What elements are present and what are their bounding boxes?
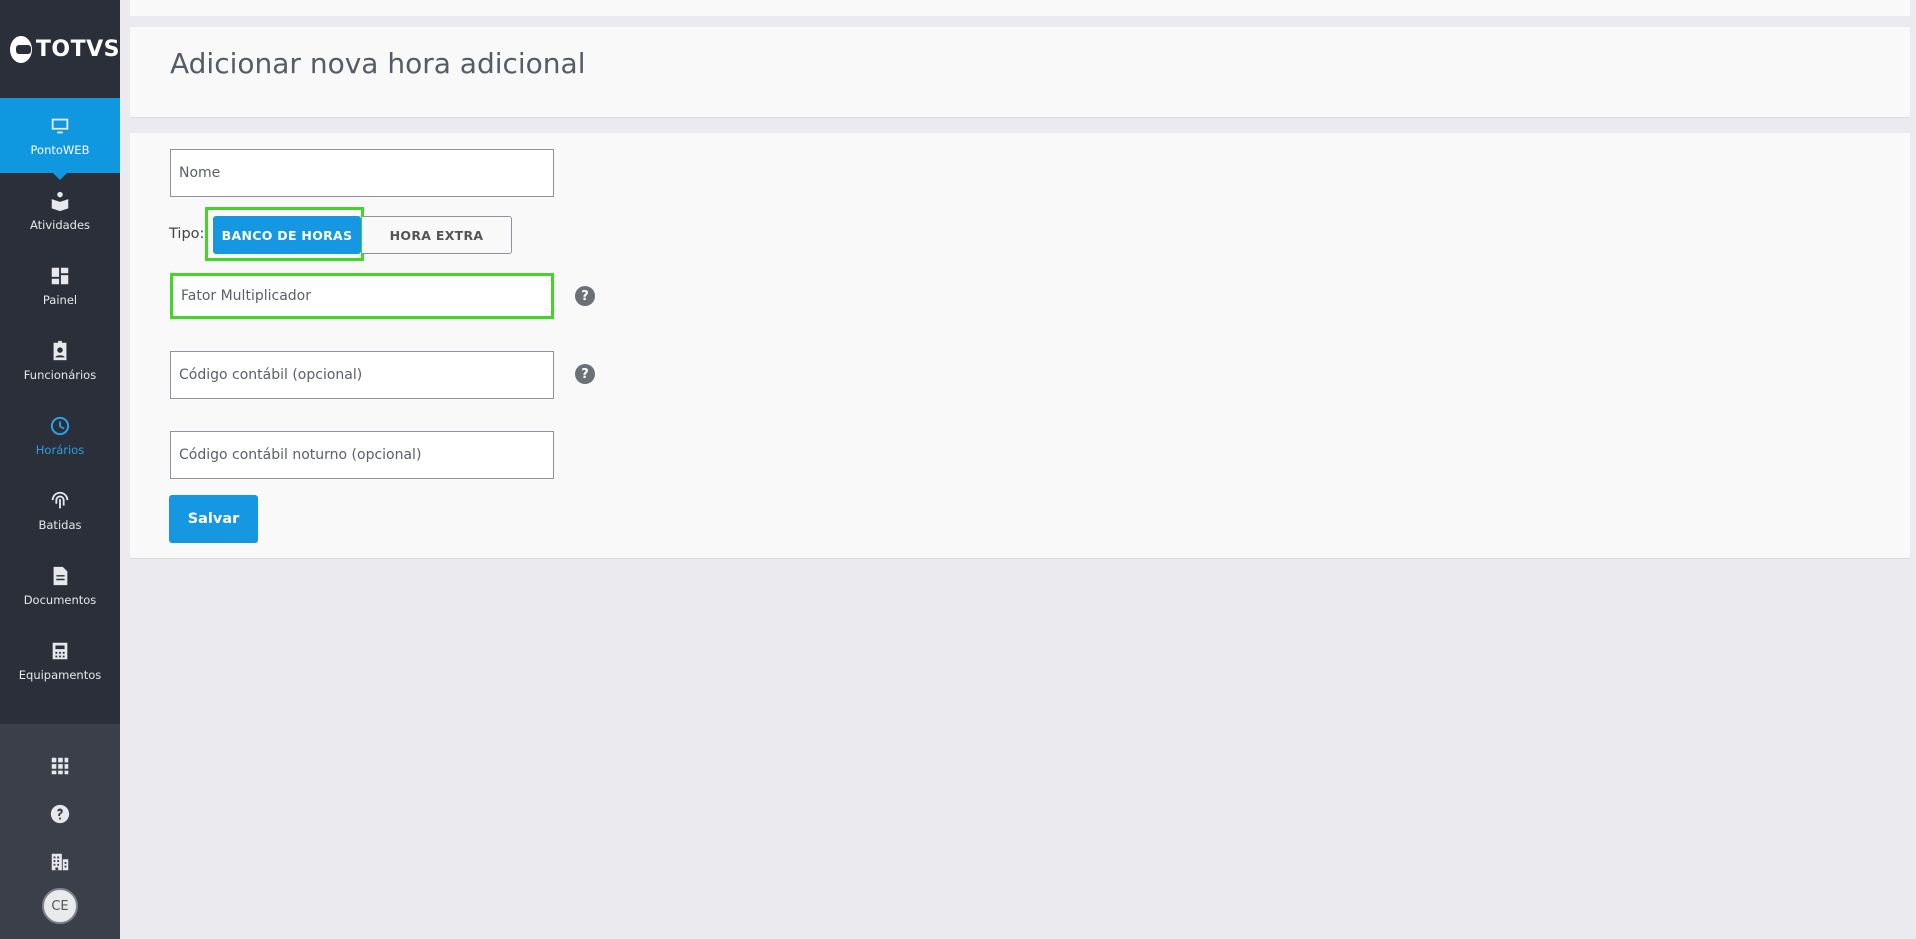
nome-input[interactable]	[170, 149, 554, 197]
activity-icon	[51, 191, 69, 211]
sidebar-item-atividades[interactable]: Atividades	[0, 173, 120, 248]
fator-multiplicador-input[interactable]	[170, 273, 554, 319]
clock-icon	[50, 416, 70, 435]
fator-help-icon[interactable]: ?	[575, 286, 595, 306]
sidebar-item-equipamentos[interactable]: Equipamentos	[0, 623, 120, 698]
building-icon	[51, 853, 69, 871]
sidebar: TOTVS PontoWEB Atividades Painel Funcion…	[0, 0, 120, 939]
badge-icon	[53, 340, 67, 360]
totvs-logo[interactable]: TOTVS	[0, 0, 120, 98]
sidebar-item-label: Funcionários	[23, 367, 97, 382]
sidebar-item-documentos[interactable]: Documentos	[0, 548, 120, 623]
avatar[interactable]: CE	[42, 888, 78, 924]
apps-grid-icon	[51, 757, 69, 775]
help-button[interactable]	[46, 800, 74, 828]
monitor-icon	[51, 118, 69, 133]
sidebar-item-label: Documentos	[23, 592, 97, 607]
company-button[interactable]	[46, 848, 74, 876]
apps-grid-button[interactable]	[46, 752, 74, 780]
document-icon	[53, 566, 68, 585]
brand-name: TOTVS	[35, 36, 120, 62]
top-strip	[130, 0, 1910, 16]
totvs-logo-icon	[10, 35, 32, 63]
sidebar-item-funcionarios[interactable]: Funcionários	[0, 323, 120, 398]
page-title: Adicionar nova hora adicional	[170, 47, 586, 80]
codigo-contabil-noturno-input[interactable]	[170, 431, 554, 479]
fingerprint-icon	[51, 491, 69, 508]
tipo-banco-de-horas-button[interactable]: BANCO DE HORAS	[213, 216, 361, 254]
sidebar-item-label: Batidas	[38, 517, 82, 532]
sidebar-item-label: Equipamentos	[18, 667, 102, 682]
sidebar-item-label: PontoWEB	[30, 142, 90, 157]
sidebar-item-pontoweb[interactable]: PontoWEB	[0, 98, 120, 180]
help-icon	[50, 804, 70, 824]
sidebar-item-batidas[interactable]: Batidas	[0, 473, 120, 548]
save-button[interactable]: Salvar	[169, 495, 258, 543]
codigo-help-icon[interactable]: ?	[575, 364, 595, 384]
codigo-contabil-input[interactable]	[170, 351, 554, 399]
hora-adicional-form: Tipo: BANCO DE HORAS HORA EXTRA ? ? Salv…	[130, 133, 1910, 559]
sidebar-item-label: Atividades	[29, 217, 91, 232]
sidebar-item-label: Painel	[42, 292, 78, 307]
tipo-label: Tipo:	[169, 226, 205, 242]
sidebar-item-painel[interactable]: Painel	[0, 248, 120, 323]
sidebar-footer: CE	[0, 724, 120, 939]
tipo-hora-extra-button[interactable]: HORA EXTRA	[362, 216, 512, 254]
page-header: Adicionar nova hora adicional	[130, 27, 1910, 118]
dashboard-icon	[51, 267, 69, 284]
device-icon	[52, 642, 68, 659]
sidebar-item-label: Horários	[35, 442, 85, 457]
sidebar-item-horarios[interactable]: Horários	[0, 398, 120, 473]
